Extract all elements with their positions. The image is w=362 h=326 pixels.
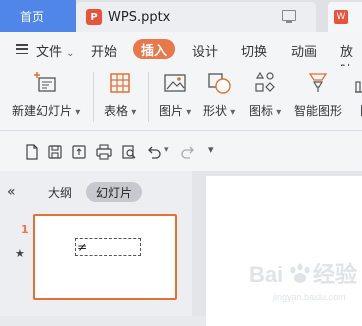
tab-home[interactable]: 首页	[0, 0, 76, 32]
wps-presentation-icon: P	[86, 9, 102, 25]
dropdown-arrow-icon: ▾	[273, 107, 282, 118]
menu-hamburger-icon[interactable]	[16, 44, 28, 55]
table-button[interactable]: 表格 ▾	[104, 70, 136, 119]
tab-slides[interactable]: 幻灯片	[86, 182, 142, 202]
print-preview-icon[interactable]	[121, 144, 137, 160]
smartart-label: 智能图形	[294, 104, 343, 118]
smartart-icon	[305, 70, 331, 96]
shape-button[interactable]: 形状 ▾	[203, 70, 235, 119]
tab-document[interactable]: P WPS.pptx	[76, 2, 316, 32]
new-slide-label: 新建幻灯片	[12, 104, 73, 118]
menu-file[interactable]: 文件 ⌄	[36, 41, 75, 60]
svg-text:Bai: Bai	[249, 262, 283, 287]
print-icon[interactable]	[96, 144, 112, 160]
menu-animation[interactable]: 动画	[291, 41, 317, 60]
window-monitor-icon[interactable]	[282, 10, 296, 23]
dropdown-arrow-icon: ▾	[183, 107, 192, 118]
table-icon	[107, 70, 133, 96]
shape-icon	[206, 70, 232, 96]
smartart-button[interactable]: 智能图形	[294, 70, 342, 119]
menu-design[interactable]: 设计	[192, 41, 218, 60]
svg-text:经验: 经验	[313, 262, 357, 287]
document-title: WPS.pptx	[108, 9, 171, 25]
slides-panel: « 大纲 幻灯片 1 ★ ≠	[0, 171, 192, 316]
menu-file-label: 文件	[36, 45, 63, 60]
slide-animation-star-icon: ★	[15, 247, 25, 260]
menu-insert[interactable]: 插入	[133, 39, 175, 59]
picture-button[interactable]: 图片 ▾	[159, 70, 191, 119]
table-label: 表格	[104, 104, 129, 118]
redo-icon[interactable]	[180, 144, 196, 160]
new-slide-icon	[33, 70, 59, 96]
chart-icon	[353, 70, 362, 96]
chevron-down-icon: ⌄	[66, 48, 75, 59]
icon-library-icon	[252, 70, 278, 96]
picture-label: 图片	[159, 104, 184, 118]
new-document-icon[interactable]	[24, 144, 40, 160]
quick-access-toolbar: ▾ ▾	[0, 131, 362, 171]
tab-outline[interactable]: 大纲	[48, 184, 72, 201]
new-slide-button[interactable]: 新建幻灯片 ▾	[12, 70, 80, 119]
dropdown-arrow-icon: ▾	[227, 107, 236, 118]
customize-toolbar-icon[interactable]: ▾	[208, 143, 214, 156]
dropdown-arrow-icon: ▾	[128, 107, 137, 118]
dropdown-arrow-icon: ▾	[72, 107, 81, 118]
baidu-watermark-logo: Bai 经验 jingyan.baidu.com	[249, 262, 357, 302]
undo-dropdown-icon[interactable]: ▾	[164, 145, 169, 155]
slide-number: 1	[21, 223, 29, 236]
menu-bar: 文件 ⌄ 开始 插入 设计 切换 动画 放映	[0, 32, 362, 79]
wps-writer-icon: W	[334, 10, 348, 24]
tab-bar: 首页 P WPS.pptx W	[0, 0, 362, 32]
menu-transition[interactable]: 切换	[241, 41, 267, 60]
picture-icon	[162, 70, 188, 96]
cursor-glyph: ≠	[77, 240, 88, 254]
ribbon-toolbar: 新建幻灯片 ▾ 表格 ▾ 图片 ▾ 形状 ▾ 图标 ▾ 智能图形	[0, 66, 362, 131]
chart-button[interactable]: 图	[353, 70, 362, 119]
shape-label: 形状	[203, 104, 228, 118]
tab-home-label: 首页	[20, 9, 45, 24]
ribbon-divider	[93, 72, 94, 122]
save-icon[interactable]	[47, 144, 63, 160]
tab-writer[interactable]: W	[328, 2, 362, 32]
collapse-panel-icon[interactable]: «	[7, 184, 16, 200]
icon-label: 图标	[249, 104, 274, 118]
svg-text:jingyan.baidu.com: jingyan.baidu.com	[272, 292, 346, 302]
slide-thumbnail[interactable]: ≠	[33, 214, 177, 300]
ribbon-divider	[148, 72, 149, 122]
undo-icon[interactable]	[146, 144, 162, 160]
export-pdf-icon[interactable]	[71, 144, 87, 160]
menu-start[interactable]: 开始	[91, 41, 117, 60]
icon-button[interactable]: 图标 ▾	[249, 70, 281, 119]
